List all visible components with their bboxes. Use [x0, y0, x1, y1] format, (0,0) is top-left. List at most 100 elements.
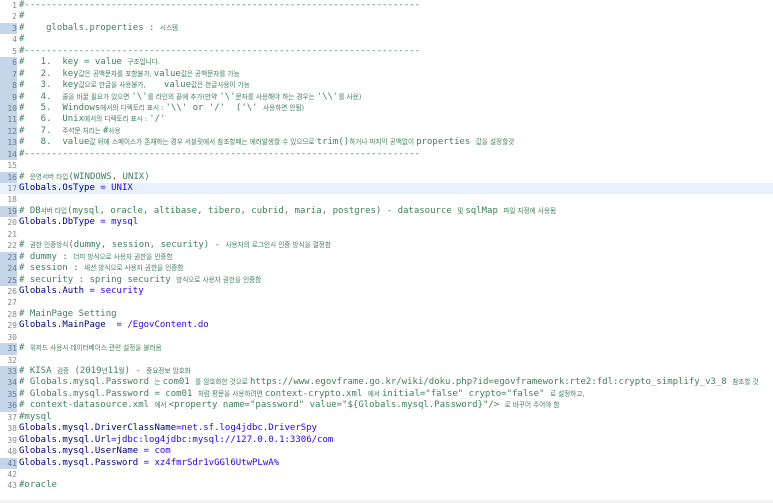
code-line[interactable]: 42	[0, 469, 773, 480]
editor-lines[interactable]: 1 #--------------------------------------…	[0, 0, 773, 492]
line-code: # globals.properties : 시스템	[17, 23, 178, 34]
code-line[interactable]: 6 # 1. key = value 구조입니다.	[0, 57, 773, 69]
line-code: Globals.MainPage = /EgovContent.do	[17, 320, 209, 331]
line-code: # 7. 주석문 처리는 #사용	[17, 126, 121, 137]
code-line[interactable]: 31 # 위저드 사용시 데이터베이스 관련 설정을 불러옴	[0, 343, 773, 355]
code-line[interactable]: 19 # DB서버 타입(mysql, oracle, altibase, tib…	[0, 205, 773, 218]
code-token: <property name="password" value="${Globa…	[168, 400, 505, 411]
code-line[interactable]: 9 # 4. 줄을 바꿀 필요가 있으면 '\'를 라인의 끝에 추가(만약 '\…	[0, 91, 773, 103]
code-line[interactable]: 32	[0, 355, 773, 366]
line-number: 37	[7, 412, 17, 422]
code-line[interactable]: 27	[0, 297, 773, 308]
code-token: (dummy, session, security) -	[68, 240, 226, 251]
code-token: 를 사용)	[338, 92, 362, 101]
code-line[interactable]: 24 # session : 세션 방식으로 사용자 권한을 인증함	[0, 263, 773, 275]
code-token: (mysql, oracle, altibase, tibero, cubrid…	[67, 205, 458, 216]
line-code: # Globals.mysql.Password = com01 처럼 평문을 …	[17, 389, 584, 400]
code-line[interactable]: 21	[0, 229, 773, 240]
line-number: 30	[7, 332, 17, 342]
code-line[interactable]: 22 # 권한 인증방식(dummy, session, security) - …	[0, 240, 773, 251]
code-line[interactable]: 7 # 2. key값은 공백문자를 포함불가, value값은 공백문자를 가능	[0, 68, 773, 81]
code-line[interactable]: 18	[0, 194, 773, 205]
code-line[interactable]: 3 # globals.properties : 시스템	[0, 22, 773, 35]
code-line[interactable]: 25 # security : spring security 방식으로 사용자 …	[0, 274, 773, 286]
code-token: # 3. key	[19, 80, 79, 91]
code-line[interactable]: 38 Globals.mysql.DriverClassName=net.sf.l…	[0, 423, 773, 434]
line-code: #oracle	[17, 480, 57, 491]
code-line[interactable]: 26 Globals.Auth = security	[0, 286, 773, 297]
code-line[interactable]: 30	[0, 332, 773, 343]
line-code: # 5. Windows에서의 디렉토리 표시 : '\\' or '/' ('…	[17, 103, 304, 114]
code-line[interactable]: 39 Globals.mysql.Url=jdbc:log4jdbc:mysql:…	[0, 435, 773, 446]
code-editor[interactable]: 1 #--------------------------------------…	[0, 0, 773, 503]
code-line[interactable]: 34 # Globals.mysql.Password 는 com01 를 암호화…	[0, 377, 773, 389]
code-token: # security : spring security	[19, 274, 177, 285]
code-line[interactable]: 8 # 3. key값으로 한글을 사용불가, value값은 한글사용이 가능	[0, 80, 773, 92]
line-number: 18	[7, 195, 17, 205]
line-code: # 3. key값으로 한글을 사용불가, value값은 한글사용이 가능	[17, 80, 250, 91]
code-token: 사용하면 안됨)	[263, 103, 305, 112]
code-line[interactable]: 2 #	[0, 11, 773, 22]
code-token: #---------------------------------------…	[19, 45, 420, 56]
line-number: 28	[7, 309, 17, 319]
line-number: 3	[0, 22, 17, 35]
code-token: '\\' or '/' ('\'	[165, 102, 264, 113]
code-line[interactable]: 36 # context-datasource.xml 에서 <property …	[0, 400, 773, 412]
code-line[interactable]: 16 # 운영서버 타입(WINDOWS, UNIX)	[0, 171, 773, 183]
line-code: #---------------------------------------…	[17, 0, 420, 11]
code-token: (WINDOWS, UNIX)	[68, 171, 150, 182]
code-line[interactable]: 14 #-------------------------------------…	[0, 148, 773, 161]
code-line[interactable]: 11 # 6. Unix에서의 디렉토리 표시 : '/'	[0, 114, 773, 126]
code-token: # context-datasource.xml	[19, 400, 155, 411]
code-line[interactable]: 15	[0, 160, 773, 171]
code-line[interactable]: 33 # KISA 검증 (2019년11월) - 중요정보 암호화	[0, 366, 773, 378]
code-line[interactable]: 40 Globals.mysql.UserName = com	[0, 446, 773, 457]
line-number: 10	[0, 102, 17, 115]
line-number: 13	[0, 137, 17, 149]
code-line[interactable]: 41 Globals.mysql.Password = xz4fmrSdr1vGG…	[0, 457, 773, 469]
line-number: 12	[0, 125, 17, 138]
code-line[interactable]: 13 # 8. value값 뒤에 스페이스가 존재하는 경우 서블릿에서 참조할…	[0, 137, 773, 149]
code-line[interactable]: 10 # 5. Windows에서의 디렉토리 표시 : '\\' or '/' …	[0, 102, 773, 115]
code-token: com01	[162, 377, 196, 388]
code-token: # 1. key = value	[19, 57, 128, 68]
code-token: sqlMap	[465, 205, 504, 216]
code-line[interactable]: 29 Globals.MainPage = /EgovContent.do	[0, 320, 773, 331]
line-number: 24	[0, 263, 17, 275]
code-line[interactable]: 5 #--------------------------------------…	[0, 46, 773, 57]
line-number: 16	[0, 171, 17, 183]
code-line[interactable]: 37 #mysql	[0, 412, 773, 423]
code-line[interactable]: 35 # Globals.mysql.Password = com01 처럼 평문…	[0, 388, 773, 401]
line-number: 1	[12, 1, 17, 10]
line-number: 35	[0, 388, 17, 401]
code-line[interactable]: 28 # MainPage Setting	[0, 309, 773, 320]
code-token: #	[19, 34, 25, 45]
code-line[interactable]: 12 # 7. 주석문 처리는 #사용	[0, 125, 773, 138]
line-code: # 2. key값은 공백문자를 포함불가, value값은 공백문자를 가능	[17, 69, 240, 80]
code-token: 방식으로 사용자 권한을 인증함	[176, 275, 262, 284]
code-token: Globals.Auth	[19, 285, 85, 296]
line-code: Globals.mysql.Url=jdbc:log4jdbc:mysql://…	[17, 435, 333, 446]
code-line[interactable]: 17 Globals.OsType = UNIX	[0, 183, 773, 195]
code-line[interactable]: 4 #	[0, 34, 773, 45]
line-code: Globals.OsType = UNIX	[17, 183, 133, 194]
line-number: 26	[7, 286, 17, 296]
code-token: 세션 방식으로 사용자 권한을 인증함	[84, 264, 184, 273]
code-token: 처럼 평문을 사용하려면	[197, 389, 265, 398]
code-line[interactable]: 20 Globals.DbType = mysql	[0, 217, 773, 228]
line-code: #	[17, 34, 24, 45]
line-code: # 1. key = value 구조입니다.	[17, 57, 160, 68]
line-number: 8	[0, 80, 17, 92]
code-token: #	[19, 171, 30, 182]
code-token: 권한 인증방식	[29, 241, 69, 250]
code-line[interactable]: 1 #--------------------------------------…	[0, 0, 773, 11]
line-number: 23	[0, 251, 17, 264]
code-line[interactable]: 23 # dummy : 더미 방식으로 사용자 권한을 인증함	[0, 251, 773, 264]
code-token: 에서의 디렉토리 표시 :	[84, 115, 150, 124]
line-code: Globals.DbType = mysql	[17, 217, 138, 228]
code-line[interactable]: 43 #oracle	[0, 480, 773, 491]
code-token: 로 바꾸어 주어야 함	[504, 401, 560, 410]
